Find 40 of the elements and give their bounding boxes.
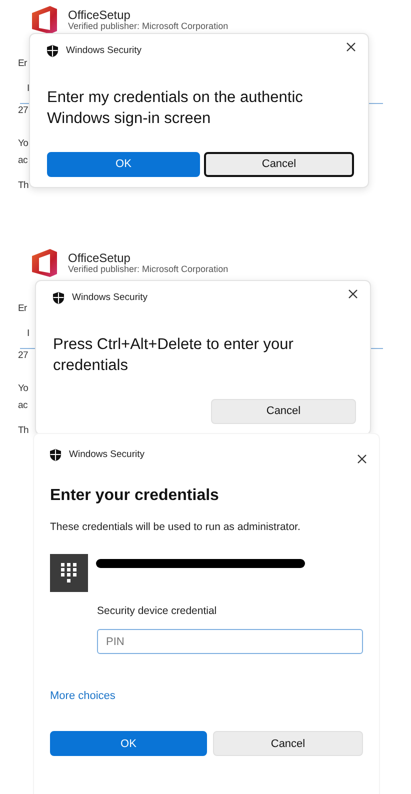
dialog-title: Windows Security: [72, 291, 148, 305]
cancel-button[interactable]: Cancel: [204, 152, 354, 178]
keypad-icon: [61, 563, 77, 583]
close-icon[interactable]: [344, 40, 358, 54]
app-name: OfficeSetup: [68, 8, 132, 22]
ok-button[interactable]: OK: [50, 731, 207, 756]
app-name: OfficeSetup: [68, 251, 132, 266]
ok-button[interactable]: OK: [47, 152, 200, 178]
app-logo-icon: [30, 248, 58, 278]
close-icon[interactable]: [355, 452, 369, 466]
dialog-message: Enter my credentials on the authentic Windows sign-in screen: [47, 88, 304, 130]
dialog-message: Press Ctrl+Alt+Delete to enter your credentials: [53, 335, 294, 376]
cancel-button[interactable]: Cancel: [213, 731, 363, 756]
dialog-title: Windows Security: [66, 44, 142, 58]
background-text: Er: [18, 57, 27, 71]
shield-icon: [47, 45, 58, 58]
shield-icon: [50, 449, 61, 462]
dialog-heading: Enter your credentials: [50, 486, 220, 506]
background-text: Th: [18, 179, 28, 193]
background-text: Yo: [18, 137, 28, 151]
more-choices-link[interactable]: More choices: [50, 688, 116, 705]
cancel-button[interactable]: Cancel: [211, 399, 356, 424]
background-text: 27: [18, 349, 28, 363]
publisher-text: Verified publisher: Microsoft Corporation: [68, 22, 228, 32]
background-text: I: [27, 327, 30, 341]
app-logo-icon: [30, 5, 58, 35]
publisher-text: Verified publisher: Microsoft Corporation: [68, 265, 228, 276]
dialog-title: Windows Security: [69, 448, 144, 462]
background-text: I: [27, 82, 30, 96]
background-text: Th: [18, 424, 28, 438]
field-label: Security device credential: [97, 604, 218, 619]
background-text: 27: [18, 104, 28, 118]
description-text: These credentials will be used to run as administrator.: [50, 520, 302, 536]
background-text: ac: [18, 399, 28, 413]
shield-icon: [53, 292, 64, 304]
close-icon[interactable]: [346, 287, 360, 301]
background-text: ac: [18, 154, 28, 168]
pin-field[interactable]: PIN: [97, 629, 363, 654]
background-text: Er: [18, 302, 27, 316]
background-text: Yo: [18, 382, 28, 396]
